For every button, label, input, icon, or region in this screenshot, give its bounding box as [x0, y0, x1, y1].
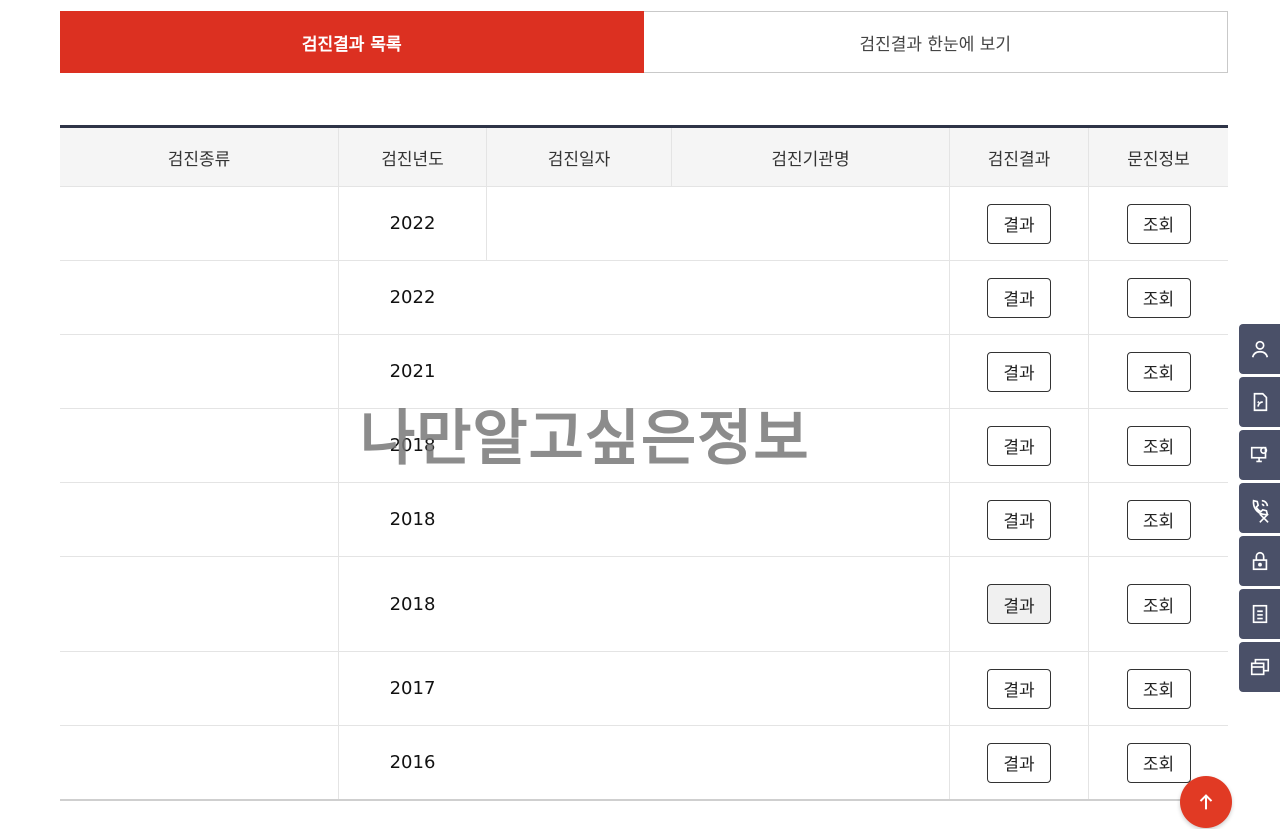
lock-icon [1252, 551, 1267, 571]
institution-cell [671, 726, 949, 799]
result-button[interactable]: 결과 [987, 668, 1051, 709]
institution-cell [671, 652, 949, 725]
table-row: 2022 결과 조회 [60, 186, 1228, 260]
year-cell: 2022 [338, 187, 486, 260]
header-institution-name: 검진기관명 [671, 128, 949, 186]
survey-cell: 조회 [1088, 261, 1228, 334]
survey-view-button[interactable]: 조회 [1126, 351, 1191, 392]
year-cell: 2018 [338, 409, 486, 482]
survey-view-button[interactable]: 조회 [1126, 425, 1191, 466]
institution-cell [671, 557, 949, 651]
result-button[interactable]: 결과 [987, 351, 1051, 392]
header-checkup-result: 검진결과 [949, 128, 1088, 186]
year-cell: 2018 [338, 557, 486, 651]
side-lock-button[interactable] [1239, 536, 1280, 586]
table-row: 2021 결과 조회 [60, 334, 1228, 408]
survey-cell: 조회 [1088, 557, 1228, 651]
survey-view-button[interactable]: 조회 [1126, 277, 1191, 318]
table-row: 2018 결과 조회 [60, 482, 1228, 556]
date-cell [486, 652, 671, 725]
institution-cell [671, 483, 949, 556]
result-cell: 결과 [949, 652, 1088, 725]
year-cell: 2022 [338, 261, 486, 334]
checkup-type-cell [60, 557, 338, 651]
table-row: 2018 결과 조회 [60, 556, 1228, 651]
header-survey-info: 문진정보 [1088, 128, 1228, 186]
scroll-top-button[interactable] [1180, 776, 1232, 828]
survey-view-button[interactable]: 조회 [1126, 584, 1191, 624]
date-cell [486, 261, 671, 334]
institution-cell [671, 335, 949, 408]
survey-view-button[interactable]: 조회 [1126, 203, 1191, 244]
institution-cell [671, 261, 949, 334]
date-cell [486, 726, 671, 799]
result-button[interactable]: 결과 [987, 584, 1051, 624]
year-cell: 2017 [338, 652, 486, 725]
table-row: 2017 결과 조회 [60, 651, 1228, 725]
survey-cell: 조회 [1088, 483, 1228, 556]
checkup-type-cell [60, 409, 338, 482]
year-cell: 2021 [338, 335, 486, 408]
tab-result-overview[interactable]: 검진결과 한눈에 보기 [643, 11, 1228, 73]
arrow-up-icon [1199, 794, 1213, 810]
table-header-row: 검진종류 검진년도 검진일자 검진기관명 검진결과 문진정보 [60, 128, 1228, 186]
side-user-button[interactable] [1239, 324, 1280, 374]
result-cell: 결과 [949, 335, 1088, 408]
header-checkup-type: 검진종류 [167, 149, 231, 170]
result-button[interactable]: 결과 [987, 277, 1051, 318]
side-windows-button[interactable] [1239, 642, 1280, 692]
table-row: 2016 결과 조회 [60, 725, 1228, 799]
checkup-type-cell [60, 483, 338, 556]
checkup-type-cell [60, 261, 338, 334]
table-row: 2018 결과 조회 [60, 408, 1228, 482]
result-cell: 결과 [949, 483, 1088, 556]
header-checkup-year: 검진년도 [338, 128, 486, 186]
date-cell [486, 557, 671, 651]
survey-cell: 조회 [1088, 409, 1228, 482]
date-cell [486, 335, 671, 408]
list-icon [1252, 604, 1267, 624]
result-cell: 결과 [949, 409, 1088, 482]
user-icon [1251, 340, 1268, 358]
result-cell: 결과 [949, 261, 1088, 334]
side-list-button[interactable] [1239, 589, 1280, 639]
survey-view-button[interactable]: 조회 [1126, 499, 1191, 540]
document-signal-icon [1253, 392, 1267, 412]
year-cell: 2018 [338, 483, 486, 556]
survey-view-button[interactable]: 조회 [1126, 668, 1191, 709]
tab-result-list[interactable]: 검진결과 목록 [60, 11, 644, 73]
result-button[interactable]: 결과 [987, 425, 1051, 466]
side-document-button[interactable] [1239, 377, 1280, 427]
result-button[interactable]: 결과 [987, 203, 1051, 244]
year-cell: 2016 [338, 726, 486, 799]
date-cell [486, 483, 671, 556]
date-cell [486, 187, 671, 260]
side-menu-close-icon[interactable]: ✕ [1248, 503, 1280, 533]
survey-view-button[interactable]: 조회 [1126, 742, 1191, 783]
side-monitor-button[interactable] [1239, 430, 1280, 480]
checkup-type-cell [60, 187, 338, 260]
survey-cell: 조회 [1088, 187, 1228, 260]
date-cell [486, 409, 671, 482]
result-cell: 결과 [949, 557, 1088, 651]
result-tabs: 검진결과 목록 검진결과 한눈에 보기 [60, 11, 1228, 73]
checkup-result-table: 검진종류 검진년도 검진일자 검진기관명 검진결과 문진정보 2022 결과 조… [60, 125, 1228, 801]
table-bottom-border [60, 799, 1228, 801]
survey-cell: 조회 [1088, 652, 1228, 725]
result-button[interactable]: 결과 [987, 499, 1051, 540]
institution-cell [671, 409, 949, 482]
checkup-type-cell [60, 335, 338, 408]
survey-cell: 조회 [1088, 335, 1228, 408]
header-checkup-date: 검진일자 [486, 128, 671, 186]
windows-icon [1250, 658, 1269, 676]
checkup-type-cell [60, 652, 338, 725]
institution-cell [671, 187, 949, 260]
checkup-type-cell [60, 726, 338, 799]
monitor-icon [1250, 446, 1267, 463]
result-cell: 결과 [949, 726, 1088, 799]
result-button[interactable]: 결과 [987, 742, 1051, 783]
table-row: 2022 결과 조회 [60, 260, 1228, 334]
result-cell: 결과 [949, 187, 1088, 260]
